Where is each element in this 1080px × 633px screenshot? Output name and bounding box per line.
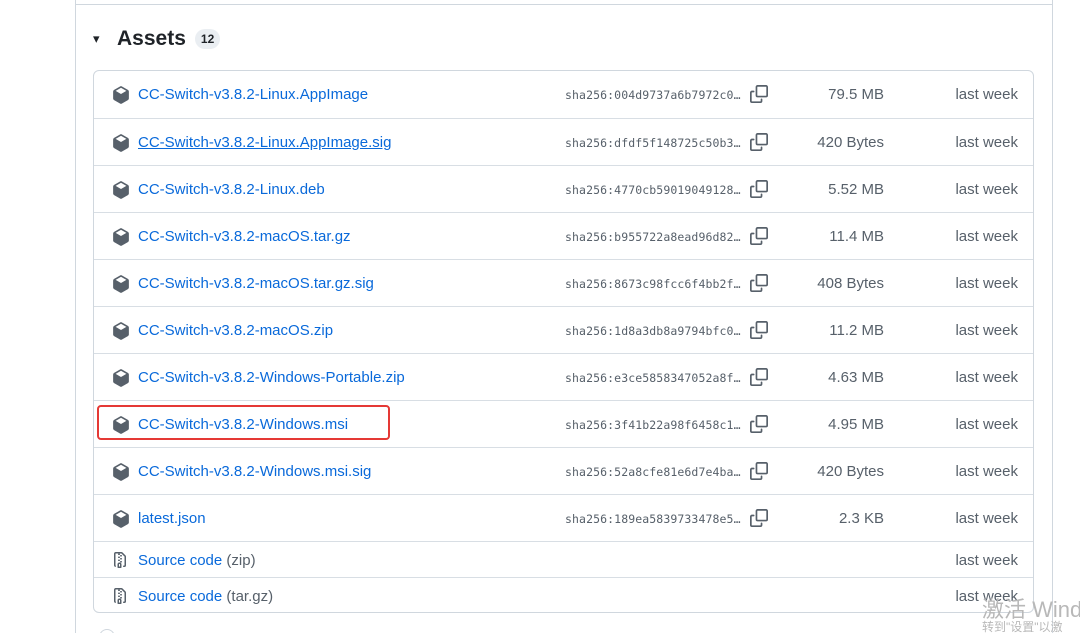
asset-download-link[interactable]: CC-Switch-v3.8.2-macOS.tar.gz: [138, 228, 351, 245]
asset-download-link[interactable]: CC-Switch-v3.8.2-macOS.zip: [138, 322, 333, 339]
asset-size: 2.3 KB: [838, 510, 884, 527]
release-card-left-border: [75, 0, 76, 633]
source-code-link[interactable]: Source code (tar.gz): [138, 588, 273, 605]
asset-row: CC-Switch-v3.8.2-Windows-Portable.zip sha…: [94, 353, 1033, 400]
asset-download-link[interactable]: CC-Switch-v3.8.2-Windows.msi.sig: [138, 463, 371, 480]
asset-date: last week: [955, 134, 1018, 151]
package-icon: [112, 510, 130, 528]
assets-toggle[interactable]: ▾ Assets 12: [93, 26, 221, 52]
asset-size: 408 Bytes: [817, 275, 884, 292]
asset-sha256: sha256:3f41b22a98f6458c1…: [565, 418, 741, 432]
asset-row: CC-Switch-v3.8.2-Linux.AppImage sha256:00…: [94, 71, 1033, 118]
package-icon: [112, 228, 130, 246]
asset-date: last week: [955, 369, 1018, 386]
next-section-icon: [99, 629, 115, 633]
package-icon: [112, 134, 130, 152]
asset-download-link[interactable]: CC-Switch-v3.8.2-Linux.AppImage: [138, 86, 368, 103]
annotation-highlight-box: [97, 405, 390, 440]
asset-sha256: sha256:4770cb59019049128…: [565, 183, 741, 197]
asset-row: CC-Switch-v3.8.2-macOS.tar.gz sha256:b955…: [94, 212, 1033, 259]
asset-sha256: sha256:e3ce5858347052a8f…: [565, 371, 741, 385]
asset-sha256: sha256:52a8cfe81e6d7e4ba…: [565, 465, 741, 479]
asset-size: 420 Bytes: [817, 134, 884, 151]
asset-download-link[interactable]: latest.json: [138, 510, 206, 527]
asset-date: last week: [955, 228, 1018, 245]
copy-icon[interactable]: [750, 462, 768, 480]
asset-date: last week: [955, 86, 1018, 103]
asset-size: 11.4 MB: [829, 228, 884, 245]
assets-count-badge: 12: [194, 29, 221, 49]
copy-icon[interactable]: [750, 415, 768, 433]
copy-icon[interactable]: [750, 509, 768, 527]
copy-icon[interactable]: [750, 368, 768, 386]
asset-sha256: sha256:b955722a8ead96d82…: [565, 230, 741, 244]
file-zip-icon: [112, 552, 130, 570]
copy-icon[interactable]: [750, 321, 768, 339]
assets-title: Assets: [117, 27, 186, 50]
asset-date: last week: [955, 181, 1018, 198]
copy-icon[interactable]: [750, 85, 768, 103]
asset-size: 4.95 MB: [828, 416, 884, 433]
asset-download-link[interactable]: CC-Switch-v3.8.2-Linux.deb: [138, 181, 325, 198]
source-code-format: (zip): [226, 552, 256, 569]
copy-icon[interactable]: [750, 274, 768, 292]
source-code-label: Source code: [138, 552, 223, 569]
asset-sha256: sha256:1d8a3db8a9794bfc0…: [565, 324, 741, 338]
asset-row: CC-Switch-v3.8.2-Linux.deb sha256:4770cb5…: [94, 165, 1033, 212]
asset-download-link[interactable]: CC-Switch-v3.8.2-Windows-Portable.zip: [138, 369, 405, 386]
source-code-row: Source code (tar.gz) last week: [94, 577, 1033, 612]
activation-watermark-subtext: 转到"设置"以激: [982, 620, 1063, 633]
asset-row: CC-Switch-v3.8.2-macOS.tar.gz.sig sha256:…: [94, 259, 1033, 306]
package-icon: [112, 322, 130, 340]
package-icon: [112, 275, 130, 293]
asset-row: CC-Switch-v3.8.2-Linux.AppImage.sig sha25…: [94, 118, 1033, 165]
copy-icon[interactable]: [750, 227, 768, 245]
file-zip-icon: [112, 588, 130, 606]
package-icon: [112, 369, 130, 387]
asset-size: 79.5 MB: [828, 86, 884, 103]
source-code-row: Source code (zip) last week: [94, 541, 1033, 577]
caret-down-icon: ▾: [93, 31, 100, 46]
package-icon: [112, 463, 130, 481]
asset-size: 4.63 MB: [828, 369, 884, 386]
asset-download-link[interactable]: CC-Switch-v3.8.2-Linux.AppImage.sig: [138, 134, 391, 151]
release-page: ▾ Assets 12 CC-Switch-v3.8.2-Linux.AppIm…: [0, 0, 1080, 633]
asset-row: CC-Switch-v3.8.2-macOS.zip sha256:1d8a3db…: [94, 306, 1033, 353]
asset-row: latest.json sha256:189ea5839733478e5… 2.3 …: [94, 494, 1033, 541]
release-card-right-border: [1052, 0, 1053, 633]
asset-date: last week: [955, 510, 1018, 527]
asset-sha256: sha256:189ea5839733478e5…: [565, 512, 741, 526]
asset-download-link[interactable]: CC-Switch-v3.8.2-macOS.tar.gz.sig: [138, 275, 374, 292]
source-code-format: (tar.gz): [226, 588, 274, 605]
copy-icon[interactable]: [750, 180, 768, 198]
package-icon: [112, 86, 130, 104]
package-icon: [112, 181, 130, 199]
asset-size: 420 Bytes: [817, 463, 884, 480]
asset-row: CC-Switch-v3.8.2-Windows.msi.sig sha256:5…: [94, 447, 1033, 494]
asset-sha256: sha256:004d9737a6b7972c0…: [565, 88, 741, 102]
source-code-label: Source code: [138, 588, 223, 605]
asset-date: last week: [955, 275, 1018, 292]
copy-icon[interactable]: [750, 133, 768, 151]
source-code-date: last week: [955, 552, 1018, 569]
asset-date: last week: [955, 322, 1018, 339]
asset-size: 11.2 MB: [829, 322, 884, 339]
asset-size: 5.52 MB: [828, 181, 884, 198]
asset-date: last week: [955, 463, 1018, 480]
release-card-divider: [75, 4, 1053, 5]
asset-sha256: sha256:8673c98fcc6f4bb2f…: [565, 277, 741, 291]
asset-date: last week: [955, 416, 1018, 433]
assets-list: CC-Switch-v3.8.2-Linux.AppImage sha256:00…: [93, 70, 1034, 613]
source-code-link[interactable]: Source code (zip): [138, 552, 256, 569]
asset-sha256: sha256:dfdf5f148725c50b3…: [565, 136, 741, 150]
